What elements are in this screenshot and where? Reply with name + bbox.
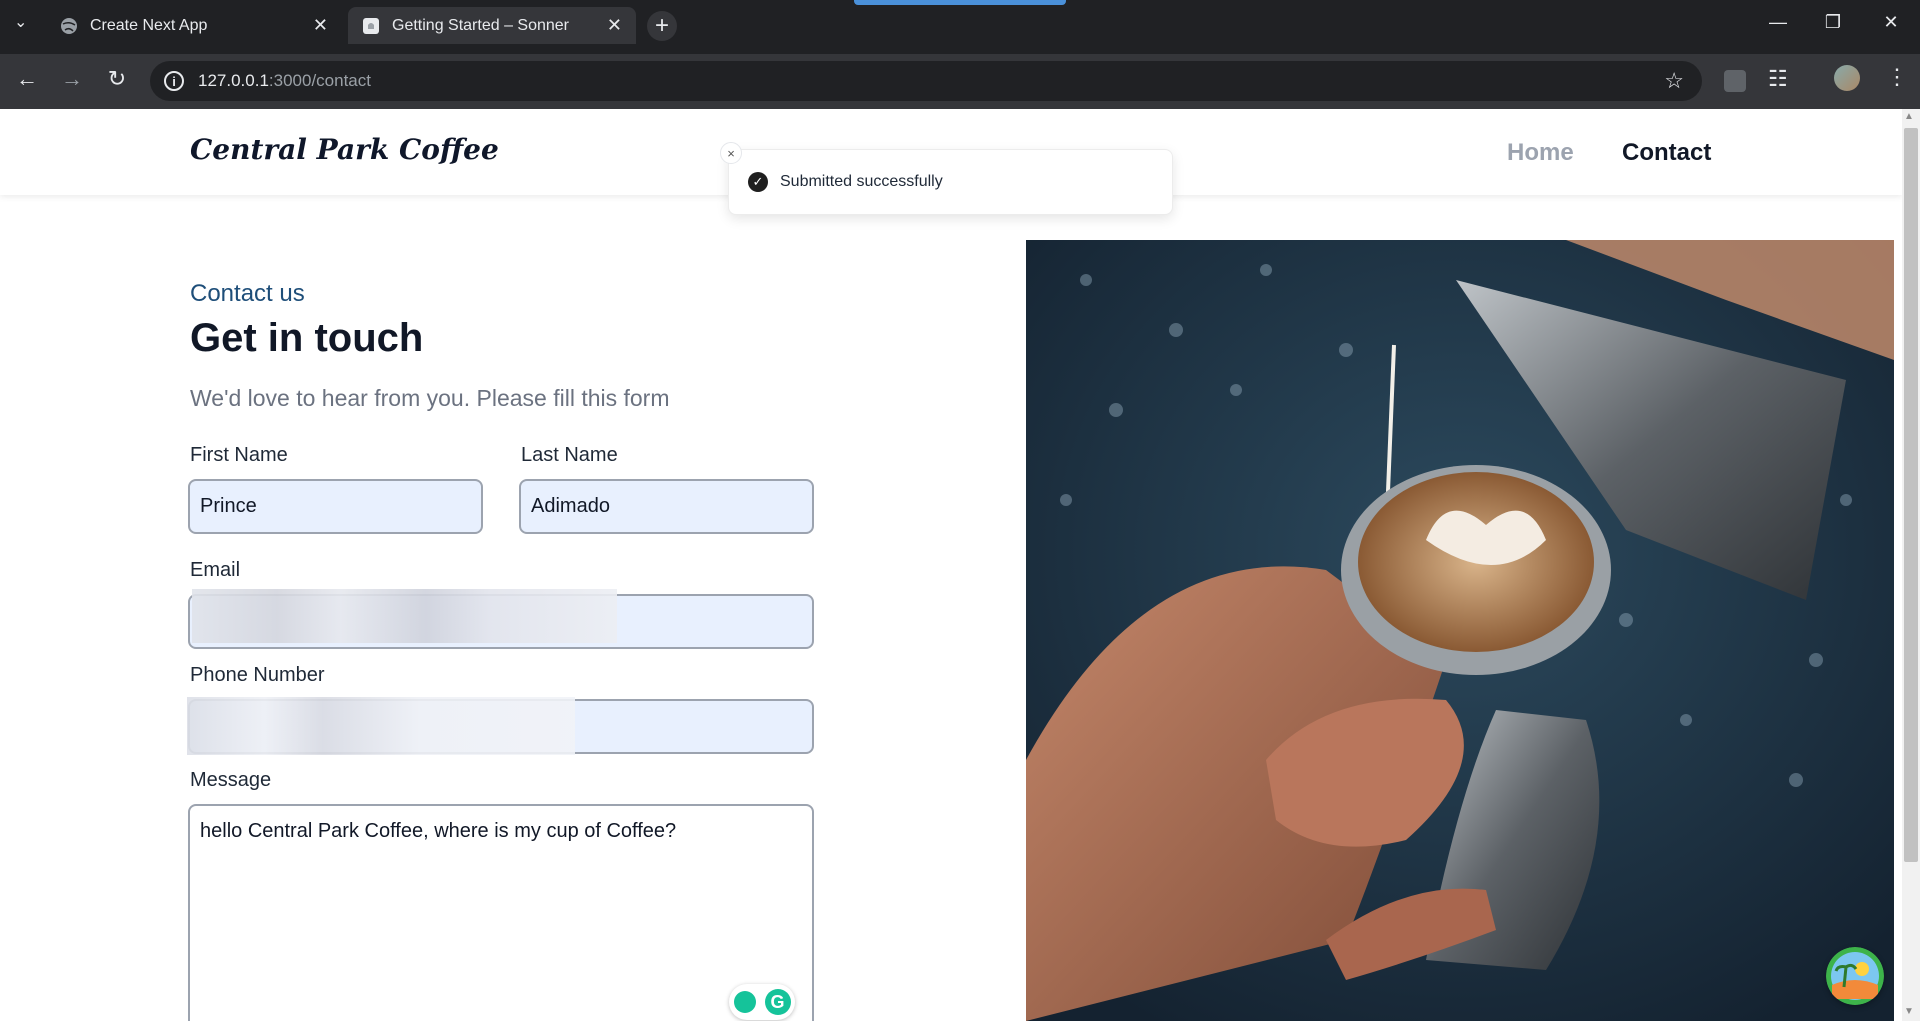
check-circle-icon: ✓ [748, 172, 768, 192]
first-name-input[interactable]: Prince [188, 479, 483, 534]
globe-icon [60, 17, 78, 35]
tab-title: Getting Started – Sonner [392, 16, 569, 34]
lightbulb-icon[interactable] [733, 991, 756, 1013]
forward-button[interactable]: → [57, 66, 87, 92]
bell-icon [362, 17, 380, 35]
extensions-puzzle-icon[interactable]: ☷ [1768, 66, 1788, 92]
tab-list-dropdown[interactable]: ⌄ [14, 12, 27, 32]
nav-link-home[interactable]: Home [1507, 139, 1574, 167]
bookmark-star-icon[interactable]: ☆ [1664, 68, 1684, 94]
toast-close-button[interactable]: × [720, 142, 742, 164]
site-logo[interactable]: Central Park Coffee [190, 133, 499, 166]
section-eyebrow: Contact us [190, 280, 305, 307]
reload-button[interactable]: ↻ [102, 66, 132, 92]
toast-message: Submitted successfully [780, 173, 943, 190]
nav-link-contact[interactable]: Contact [1622, 139, 1711, 167]
email-label: Email [190, 559, 241, 581]
window-drag-indicator [854, 0, 1066, 5]
first-name-label: First Name [190, 444, 288, 466]
minimize-button[interactable]: — [1763, 12, 1793, 33]
message-textarea[interactable]: hello Central Park Coffee, where is my c… [188, 804, 814, 1021]
browser-tab-strip: ⌄ Create Next App ✕ Getting Started – So… [0, 0, 1920, 54]
tab-title: Create Next App [90, 16, 208, 34]
profile-avatar[interactable] [1834, 65, 1860, 91]
floating-assistant-badge[interactable] [1826, 947, 1884, 1005]
coffee-pour-photo [1026, 240, 1894, 1021]
redacted-phone-overlay [187, 697, 575, 755]
phone-label: Phone Number [190, 664, 325, 686]
redacted-email-overlay [192, 589, 617, 643]
new-tab-button[interactable]: + [647, 11, 677, 41]
last-name-label: Last Name [521, 444, 618, 466]
success-toast: ✓ Submitted successfully [728, 149, 1173, 215]
scroll-down-arrow-icon[interactable]: ▼ [1904, 1006, 1914, 1017]
back-button[interactable]: ← [12, 66, 42, 92]
page-title: Get in touch [190, 316, 424, 360]
grammarly-widget[interactable]: G [729, 984, 795, 1020]
url-path: :3000/contact [268, 71, 371, 90]
url-host: 127.0.0.1 [198, 71, 269, 90]
url-text: 127.0.0.1:3000/contact [198, 71, 371, 91]
last-name-input[interactable]: Adimado [519, 479, 814, 534]
site-info-icon[interactable]: i [164, 71, 184, 91]
grammarly-icon[interactable]: G [764, 989, 791, 1015]
chrome-menu-icon[interactable]: ⋮ [1886, 64, 1908, 90]
restore-button[interactable]: ❐ [1818, 12, 1848, 33]
tab-getting-started-sonner[interactable]: Getting Started – Sonner ✕ [348, 7, 636, 44]
web-page: Central Park Coffee Home Contact Contact… [0, 109, 1902, 1021]
scrollbar-thumb[interactable] [1904, 128, 1918, 862]
address-bar[interactable]: i 127.0.0.1:3000/contact ☆ [150, 61, 1702, 101]
page-subtitle: We'd love to hear from you. Please fill … [190, 385, 670, 411]
tab-close-button[interactable]: ✕ [607, 15, 622, 36]
tab-close-button[interactable]: ✕ [313, 15, 328, 36]
tab-create-next-app[interactable]: Create Next App ✕ [46, 7, 342, 44]
scroll-up-arrow-icon[interactable]: ▲ [1904, 111, 1914, 122]
extension-icon[interactable] [1724, 70, 1746, 92]
close-window-button[interactable]: ✕ [1876, 12, 1906, 33]
message-label: Message [190, 769, 272, 791]
